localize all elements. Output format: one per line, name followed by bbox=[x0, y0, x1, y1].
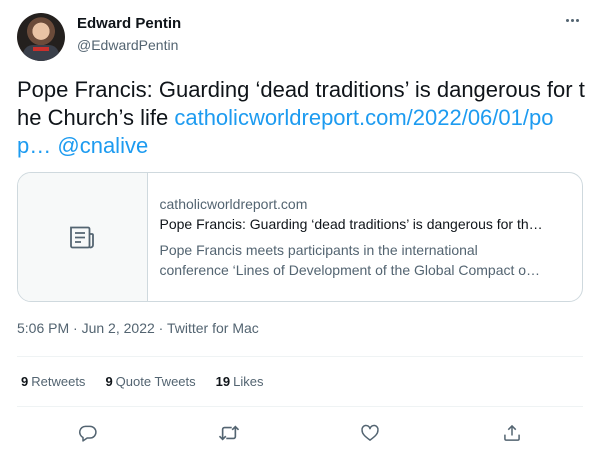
quote-tweets-stat[interactable]: 9 Quote Tweets bbox=[105, 374, 195, 389]
article-icon bbox=[70, 226, 95, 249]
user-handle[interactable]: @EdwardPentin bbox=[77, 37, 178, 53]
action-bar bbox=[0, 420, 598, 448]
card-thumbnail bbox=[18, 173, 148, 301]
card-description-line1: Pope Francis meets participants in the i… bbox=[159, 242, 478, 258]
card-body: catholicworldreport.com Pope Francis: Gu… bbox=[148, 173, 582, 301]
tweet-meta: 5:06 PM · Jun 2, 2022 · Twitter for Mac bbox=[17, 320, 259, 336]
display-name[interactable]: Edward Pentin bbox=[77, 15, 181, 32]
more-options-icon[interactable] bbox=[562, 10, 582, 30]
tweet-stats: 9 Retweets 9 Quote Tweets 19 Likes bbox=[21, 374, 263, 389]
heart-icon bbox=[361, 424, 379, 441]
card-title: Pope Francis: Guarding ‘dead traditions’… bbox=[159, 216, 543, 232]
retweets-count: 9 bbox=[21, 374, 29, 389]
tweet-time[interactable]: 5:06 PM bbox=[17, 320, 69, 336]
tweet-mention[interactable]: @cnalive bbox=[57, 133, 148, 158]
quotes-count: 9 bbox=[105, 374, 113, 389]
tweet-text: Pope Francis: Guarding ‘dead traditions’… bbox=[17, 76, 585, 160]
retweet-button[interactable] bbox=[216, 420, 242, 446]
divider bbox=[17, 356, 583, 357]
retweet-icon bbox=[218, 425, 240, 441]
reply-button[interactable] bbox=[75, 420, 101, 446]
card-domain: catholicworldreport.com bbox=[159, 196, 308, 212]
share-button[interactable] bbox=[499, 420, 525, 446]
meta-separator: · bbox=[154, 320, 167, 336]
reply-icon bbox=[78, 425, 97, 442]
card-description-line2: conference ‘Lines of Development of the … bbox=[159, 262, 541, 278]
tweet-date[interactable]: Jun 2, 2022 bbox=[82, 320, 155, 336]
like-button[interactable] bbox=[357, 420, 383, 446]
retweets-stat[interactable]: 9 Retweets bbox=[21, 374, 85, 389]
meta-separator: · bbox=[69, 320, 82, 336]
card-description: Pope Francis meets participants in the i… bbox=[160, 240, 570, 280]
likes-count: 19 bbox=[215, 374, 231, 389]
divider bbox=[17, 406, 583, 407]
tweet-source[interactable]: Twitter for Mac bbox=[167, 320, 259, 336]
likes-label: Likes bbox=[233, 374, 264, 389]
retweets-label: Retweets bbox=[31, 374, 86, 389]
likes-stat[interactable]: 19 Likes bbox=[216, 374, 264, 389]
share-icon bbox=[504, 424, 520, 441]
avatar[interactable] bbox=[17, 13, 65, 61]
link-card[interactable]: catholicworldreport.com Pope Francis: Gu… bbox=[17, 172, 583, 302]
quotes-label: Quote Tweets bbox=[115, 374, 196, 389]
